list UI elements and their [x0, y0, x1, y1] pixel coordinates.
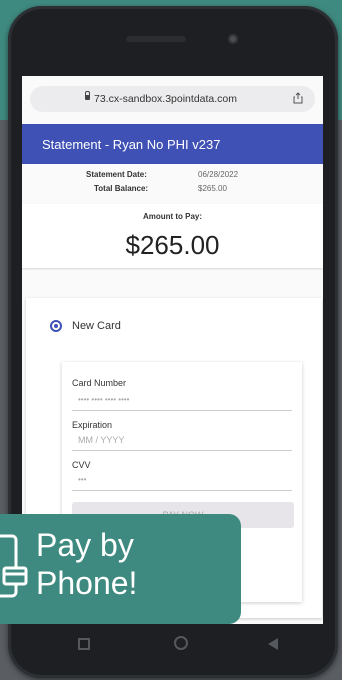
statement-date-value: 06/28/2022 [198, 170, 239, 179]
pay-by-phone-badge: Pay by Phone! [0, 514, 241, 624]
total-balance-label: Total Balance: [94, 184, 149, 193]
expiration-input[interactable]: MM / YYYY [72, 432, 292, 451]
amount-card: Amount to Pay: $265.00 [22, 204, 323, 268]
statement-summary: Statement Date: 06/28/2022 Total Balance… [22, 164, 323, 200]
recent-apps-icon[interactable] [78, 638, 90, 650]
lock-icon [85, 91, 90, 100]
cvv-input[interactable]: ••• [72, 472, 292, 491]
statement-date-label: Statement Date: [86, 170, 147, 179]
expiration-placeholder: MM / YYYY [78, 435, 125, 445]
new-card-label: New Card [72, 320, 121, 332]
badge-line2: Phone! [36, 565, 138, 601]
share-icon[interactable] [293, 92, 303, 104]
badge-text: Pay by Phone! [36, 526, 137, 602]
amount-value: $265.00 [125, 230, 220, 260]
statement-header: Statement - Ryan No PHI v237 [22, 124, 323, 164]
url-text: 73.cx-sandbox.3pointdata.com [94, 93, 238, 105]
page-title: Statement - Ryan No PHI v237 [42, 137, 221, 152]
speaker-grille [126, 36, 186, 42]
amount-label: Amount to Pay: [142, 212, 203, 221]
card-number-input[interactable]: •••• •••• •••• •••• [72, 392, 292, 411]
phone-card-icon [0, 534, 28, 598]
new-card-radio[interactable] [50, 320, 62, 332]
back-icon[interactable] [268, 638, 278, 650]
total-balance-value: $265.00 [198, 184, 227, 193]
card-number-label: Card Number [72, 378, 127, 388]
expiration-label: Expiration [72, 420, 113, 430]
card-number-placeholder: •••• •••• •••• •••• [78, 395, 130, 404]
badge-line1: Pay by [36, 527, 134, 563]
camera-icon [228, 34, 238, 44]
cvv-label: CVV [72, 460, 91, 470]
address-bar[interactable]: 73.cx-sandbox.3pointdata.com [30, 86, 315, 112]
cvv-placeholder: ••• [78, 475, 87, 484]
home-icon[interactable] [174, 636, 188, 650]
